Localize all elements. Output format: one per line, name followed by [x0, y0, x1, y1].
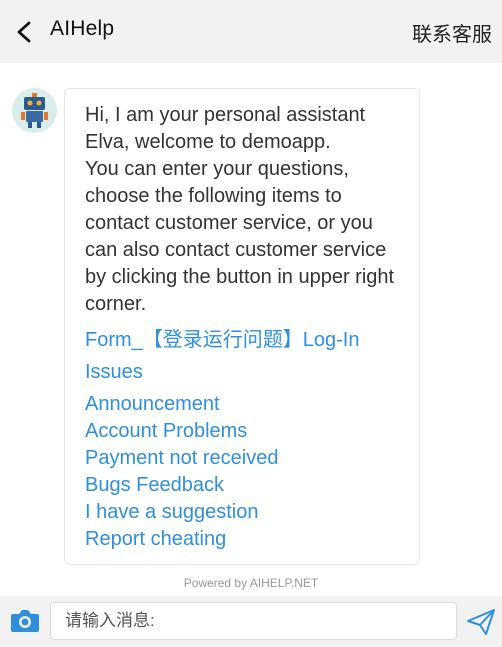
page-title: AIHelp — [50, 17, 115, 40]
message-input[interactable] — [50, 602, 457, 640]
bot-message-bubble: Hi, I am your personal assistant Elva, w… — [64, 88, 420, 565]
camera-icon[interactable] — [10, 608, 40, 634]
link-form-login-issues-cont[interactable]: Issues — [85, 361, 143, 384]
link-bugs-feedback[interactable]: Bugs Feedback — [85, 474, 224, 497]
bot-avatar — [12, 88, 57, 133]
powered-by-label: Powered by AIHELP.NET — [183, 576, 319, 590]
link-report-cheating[interactable]: Report cheating — [85, 528, 226, 551]
send-icon[interactable] — [466, 608, 496, 636]
link-suggestion[interactable]: I have a suggestion — [85, 501, 258, 524]
link-form-login-issues[interactable]: Form_【登录运行问题】Log-In — [85, 323, 360, 352]
composer-bar — [0, 596, 502, 647]
welcome-message: Hi, I am your personal assistant Elva, w… — [85, 104, 395, 315]
chevron-left-icon[interactable] — [14, 20, 36, 44]
link-announcement[interactable]: Announcement — [85, 393, 220, 416]
robot-icon — [21, 93, 48, 128]
link-account-problems[interactable]: Account Problems — [85, 420, 247, 443]
top-bar: AIHelp 联系客服 — [0, 0, 502, 63]
contact-support-button[interactable]: 联系客服 — [412, 18, 492, 47]
link-payment-not-received[interactable]: Payment not received — [85, 447, 278, 470]
